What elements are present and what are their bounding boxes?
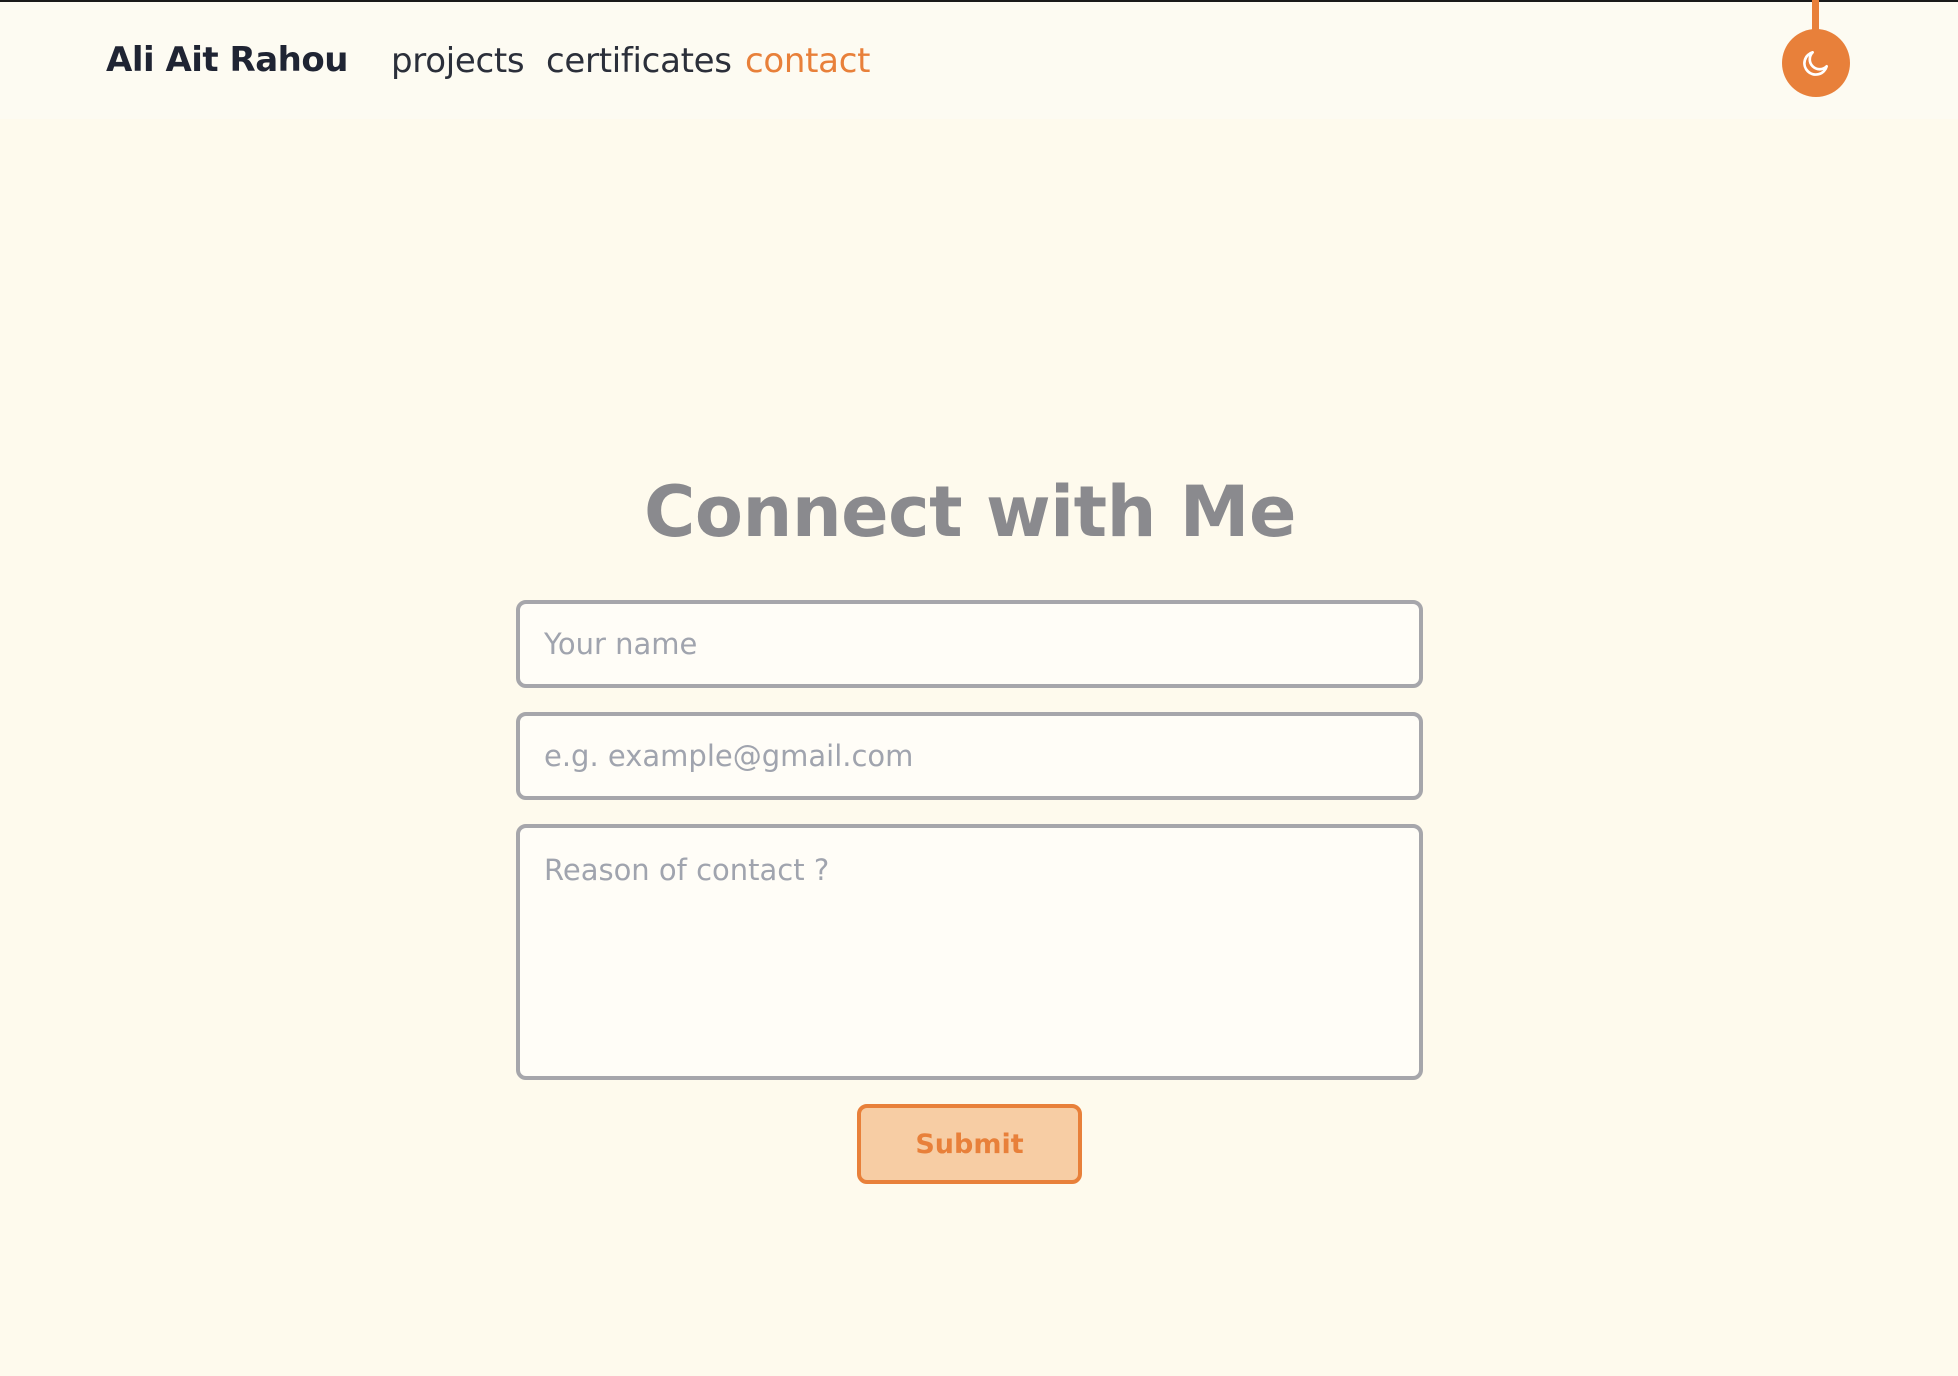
nav-link-projects[interactable]: projects [391,41,525,81]
name-input[interactable] [516,600,1423,688]
reason-textarea[interactable] [516,824,1423,1080]
nav-link-contact[interactable]: contact [745,41,870,81]
email-input[interactable] [516,712,1423,800]
nav-link-certificates[interactable]: certificates [546,41,732,81]
navbar: Ali Ait Rahou projects certificates cont… [0,2,1958,119]
page-title: Connect with Me [644,471,1296,553]
moon-icon [1800,47,1832,79]
theme-toggle-button[interactable] [1782,29,1850,97]
brand-logo-text[interactable]: Ali Ait Rahou [106,40,348,80]
submit-button[interactable]: Submit [857,1104,1082,1184]
